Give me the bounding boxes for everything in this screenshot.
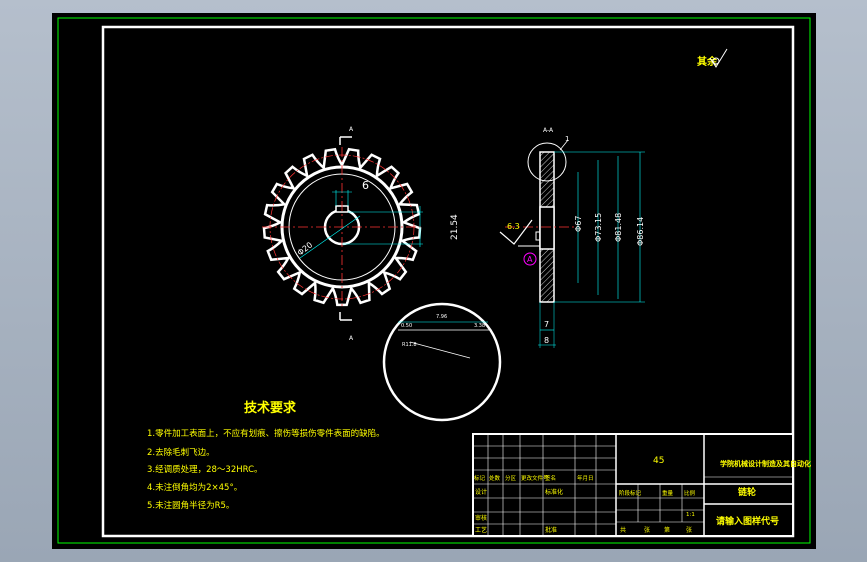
tb-weight: 重量 [662, 489, 674, 497]
drawing-canvas[interactable]: 其余 A A 21.54 6 Φ20 A-A 1 6.3 A Φ67 Φ73.1… [0, 0, 867, 562]
cad-viewport[interactable]: 其余 A A 21.54 6 Φ20 A-A 1 6.3 A Φ67 Φ73.1… [0, 0, 867, 562]
dim-width-2: 8 [544, 336, 549, 345]
tb-change-mark: 标记 [474, 474, 486, 482]
tb-part-name: 链轮 [738, 486, 756, 498]
tb-change-zone: 分区 [505, 474, 517, 482]
tb-drawing-code: 请输入图样代号 [716, 515, 779, 527]
tech-req-item: 5.未注圆角半径为R5。 [147, 500, 234, 511]
detail-dim-r: R11.8 [402, 342, 417, 348]
tech-req-item: 1.零件加工表面上，不应有划痕、擦伤等损伤零件表面的缺陷。 [147, 428, 385, 439]
tb-sheet-unit-b: 张 [686, 526, 692, 534]
detail-dim-b: 0.50 [401, 323, 412, 329]
tb-sheet-no: 第 [664, 526, 670, 534]
tb-sheet-unit-a: 张 [644, 526, 650, 534]
tb-change-count: 处数 [489, 474, 501, 482]
dim-outer-diameter-a: Φ81.48 [614, 213, 623, 242]
tech-req-item: 2.去除毛刺飞边。 [147, 447, 215, 458]
tech-req-title: 技术要求 [244, 400, 297, 416]
tb-review: 审核 [475, 514, 487, 522]
tb-approve: 批准 [545, 526, 557, 534]
dim-outer-diameter-b: Φ86.14 [636, 217, 645, 246]
dim-pitch-diameter: Φ73.15 [594, 213, 603, 242]
tb-scale: 1:1 [686, 512, 695, 518]
dim-root-diameter: Φ67 [574, 216, 583, 232]
tb-scale-label: 比例 [684, 489, 696, 497]
section-bore [539, 206, 555, 250]
tb-material: 45 [653, 456, 664, 466]
tb-stage: 阶段标记 [619, 489, 642, 497]
tech-req-item: 4.未注倒角均为2×45°。 [147, 482, 242, 493]
tb-change-date: 年月日 [577, 474, 594, 482]
surface-note: 6.3 [507, 222, 520, 231]
tech-req-item: 3.经调质处理，28～32HRC。 [147, 464, 263, 475]
detail-label: 1 [565, 135, 569, 143]
dim-keyway-width: 6 [362, 179, 369, 192]
tb-standardize: 标准化 [545, 488, 563, 496]
tb-design: 设计 [475, 488, 487, 496]
detail-dim-a: 7.96 [436, 314, 447, 320]
tb-sheet-total: 共 [620, 526, 626, 534]
dim-keyway-depth: 21.54 [450, 214, 460, 240]
section-title: A-A [543, 127, 554, 134]
tb-change-sign: 签名 [545, 474, 556, 482]
title-block: 标记 处数 分区 更改文件号 签名 年月日 设计 标准化 审核 工艺 批准 45… [472, 433, 811, 537]
datum-label: A [527, 255, 533, 264]
tb-company: 学院机械设计制造及其自动化 [720, 459, 811, 468]
tb-process: 工艺 [475, 526, 487, 534]
detail-dim-c: 3.38 [474, 323, 485, 329]
dim-width-1: 7 [544, 320, 549, 329]
